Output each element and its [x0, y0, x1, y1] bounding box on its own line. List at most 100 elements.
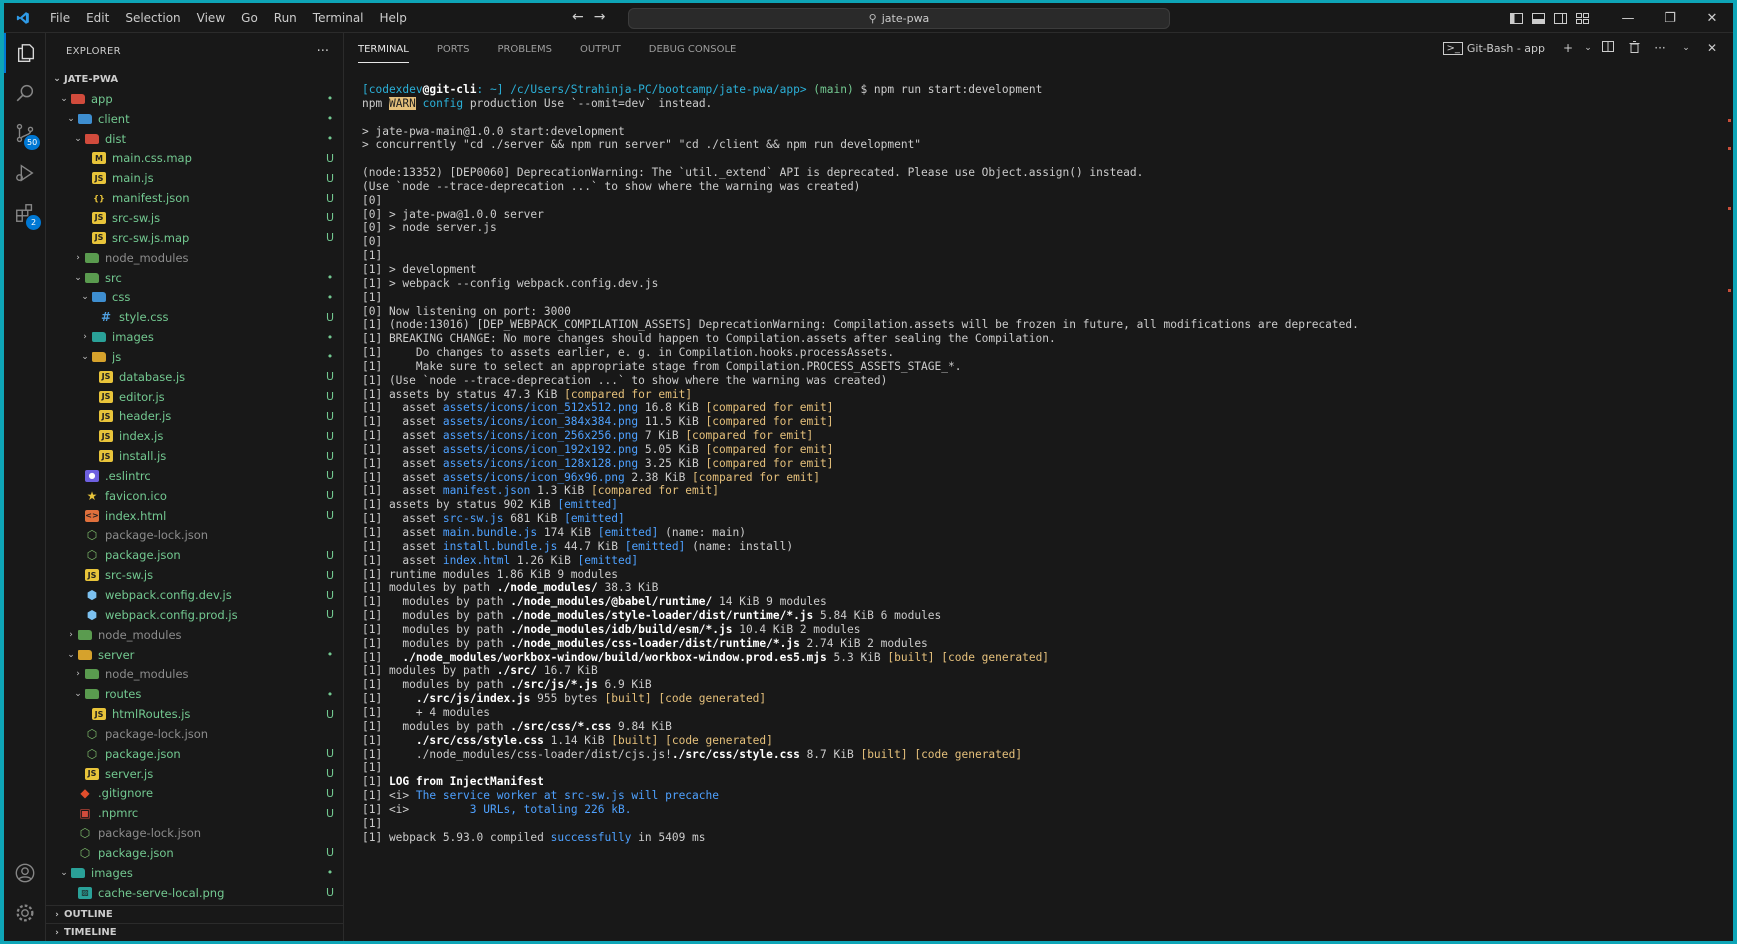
- terminal-scrollbar[interactable]: [1721, 75, 1731, 941]
- extensions-icon[interactable]: 2: [4, 193, 46, 233]
- file-name: .eslintrc: [105, 468, 151, 483]
- file-row[interactable]: ⬢ webpack.config.dev.js U: [46, 585, 343, 605]
- file-row[interactable]: ⬡ package-lock.json: [46, 526, 343, 546]
- folder-row[interactable]: ⌄ client •: [46, 109, 343, 129]
- file-row[interactable]: JS src-sw.js U: [46, 208, 343, 228]
- folder-row[interactable]: › node_modules: [46, 625, 343, 645]
- terminal-selector[interactable]: >_ Git-Bash - app: [1443, 41, 1545, 55]
- menu-terminal[interactable]: Terminal: [305, 7, 372, 29]
- terminal-text: [1] asset: [362, 512, 443, 526]
- file-row[interactable]: ⬢ webpack.config.prod.js U: [46, 605, 343, 625]
- more-actions-icon[interactable]: ···: [317, 44, 329, 59]
- terminal-text: [1] asset: [362, 442, 443, 456]
- folder-row[interactable]: ⌄ src •: [46, 268, 343, 288]
- terminal-text: [1] <i>: [362, 789, 416, 803]
- timeline-section[interactable]: › TIMELINE: [46, 923, 343, 941]
- tab-ports[interactable]: PORTS: [437, 44, 470, 63]
- menu-bar: File Edit Selection View Go Run Terminal Help: [42, 3, 415, 33]
- file-row[interactable]: # style.css U: [46, 307, 343, 327]
- trash-icon[interactable]: [1623, 40, 1645, 56]
- chevron-down-icon[interactable]: ⌄: [1583, 43, 1593, 53]
- outline-section[interactable]: › OUTLINE: [46, 905, 343, 923]
- file-row[interactable]: JS database.js U: [46, 367, 343, 387]
- file-row[interactable]: {} manifest.json U: [46, 188, 343, 208]
- file-name: server.js: [105, 766, 154, 781]
- workspace-root[interactable]: ⌄ JATE-PWA: [46, 69, 343, 89]
- folder-row[interactable]: ⌄ dist •: [46, 129, 343, 149]
- file-row[interactable]: <> index.html U: [46, 506, 343, 526]
- close-panel-icon[interactable]: ✕: [1701, 41, 1723, 55]
- file-row[interactable]: JS src-sw.js.map U: [46, 228, 343, 248]
- tab-output[interactable]: OUTPUT: [580, 44, 621, 63]
- search-icon[interactable]: [4, 73, 46, 113]
- terminal-text: [compared for emit]: [705, 442, 834, 456]
- file-row[interactable]: JS main.js U: [46, 168, 343, 188]
- file-name: index.html: [105, 508, 167, 523]
- split-terminal-icon[interactable]: [1597, 41, 1619, 55]
- menu-view[interactable]: View: [189, 7, 233, 29]
- file-row[interactable]: ● .eslintrc U: [46, 466, 343, 486]
- restore-icon[interactable]: ❐: [1649, 3, 1691, 33]
- file-row[interactable]: JS index.js U: [46, 426, 343, 446]
- folder-row[interactable]: ⌄ images •: [46, 863, 343, 883]
- command-center-search[interactable]: ⚲ jate-pwa: [628, 8, 1170, 29]
- folder-row[interactable]: ⌄ routes •: [46, 684, 343, 704]
- folder-row[interactable]: › node_modules: [46, 248, 343, 268]
- file-row[interactable]: ◆ .gitignore U: [46, 784, 343, 804]
- maximize-panel-icon[interactable]: ⌄: [1675, 43, 1697, 53]
- accounts-icon[interactable]: [4, 853, 46, 893]
- folder-row[interactable]: ⌄ server •: [46, 645, 343, 665]
- file-row[interactable]: JS src-sw.js U: [46, 565, 343, 585]
- file-row[interactable]: ⬡ package-lock.json: [46, 724, 343, 744]
- explorer-icon[interactable]: [4, 33, 46, 73]
- file-row[interactable]: JS htmlRoutes.js U: [46, 704, 343, 724]
- tab-terminal[interactable]: TERMINAL: [358, 44, 409, 63]
- folder-row[interactable]: ⌄ css •: [46, 287, 343, 307]
- file-row[interactable]: ⬡ package.json U: [46, 545, 343, 565]
- file-row[interactable]: ▣ .npmrc U: [46, 803, 343, 823]
- folder-row[interactable]: › images •: [46, 327, 343, 347]
- new-terminal-icon[interactable]: +: [1557, 41, 1579, 55]
- folder-icon: [78, 113, 92, 124]
- file-row[interactable]: JS editor.js U: [46, 387, 343, 407]
- file-row[interactable]: ▨ cache-serve-local.png U: [46, 883, 343, 903]
- tab-debug-console[interactable]: DEBUG CONSOLE: [649, 44, 737, 63]
- file-row[interactable]: ⬡ package-lock.json: [46, 823, 343, 843]
- menu-selection[interactable]: Selection: [117, 7, 188, 29]
- menu-file[interactable]: File: [42, 7, 78, 29]
- terminal-line: [1]: [362, 761, 1703, 775]
- menu-edit[interactable]: Edit: [78, 7, 117, 29]
- minimize-icon[interactable]: —: [1607, 3, 1649, 33]
- folder-row[interactable]: ⌄ js •: [46, 347, 343, 367]
- file-row[interactable]: ★ favicon.ico U: [46, 486, 343, 506]
- file-row[interactable]: JS header.js U: [46, 407, 343, 427]
- close-icon[interactable]: ✕: [1691, 3, 1733, 33]
- folder-row[interactable]: ⌄ app •: [46, 89, 343, 109]
- file-row[interactable]: JS server.js U: [46, 764, 343, 784]
- settings-gear-icon[interactable]: [4, 893, 46, 933]
- source-control-icon[interactable]: 50: [4, 113, 46, 153]
- javascript-file-icon: JS: [99, 370, 113, 383]
- run-debug-icon[interactable]: [4, 153, 46, 193]
- folder-row[interactable]: › node_modules: [46, 664, 343, 684]
- folder-icon: [92, 292, 106, 303]
- forward-arrow-icon[interactable]: →: [594, 9, 606, 25]
- menu-help[interactable]: Help: [372, 7, 415, 29]
- back-arrow-icon[interactable]: ←: [572, 9, 584, 25]
- toggle-primary-sidebar-icon[interactable]: [1505, 3, 1527, 33]
- customize-layout-icon[interactable]: [1571, 3, 1593, 33]
- terminal-text: [1]: [362, 692, 416, 706]
- file-row[interactable]: JS install.js U: [46, 446, 343, 466]
- menu-run[interactable]: Run: [266, 7, 305, 29]
- file-row[interactable]: ⬡ package.json U: [46, 744, 343, 764]
- terminal-text: [compared for emit]: [591, 484, 719, 498]
- more-actions-icon[interactable]: ···: [1649, 41, 1671, 55]
- toggle-panel-icon[interactable]: [1527, 3, 1549, 33]
- terminal-output[interactable]: [codexdev@git-cli: ~] /c/Users/Strahinja…: [362, 83, 1703, 941]
- tab-problems[interactable]: PROBLEMS: [497, 44, 552, 63]
- toggle-secondary-sidebar-icon[interactable]: [1549, 3, 1571, 33]
- file-row[interactable]: Mmain.css.map U: [46, 149, 343, 169]
- terminal-text: [1] modules by path: [362, 595, 511, 609]
- file-row[interactable]: ⬡ package.json U: [46, 843, 343, 863]
- menu-go[interactable]: Go: [233, 7, 266, 29]
